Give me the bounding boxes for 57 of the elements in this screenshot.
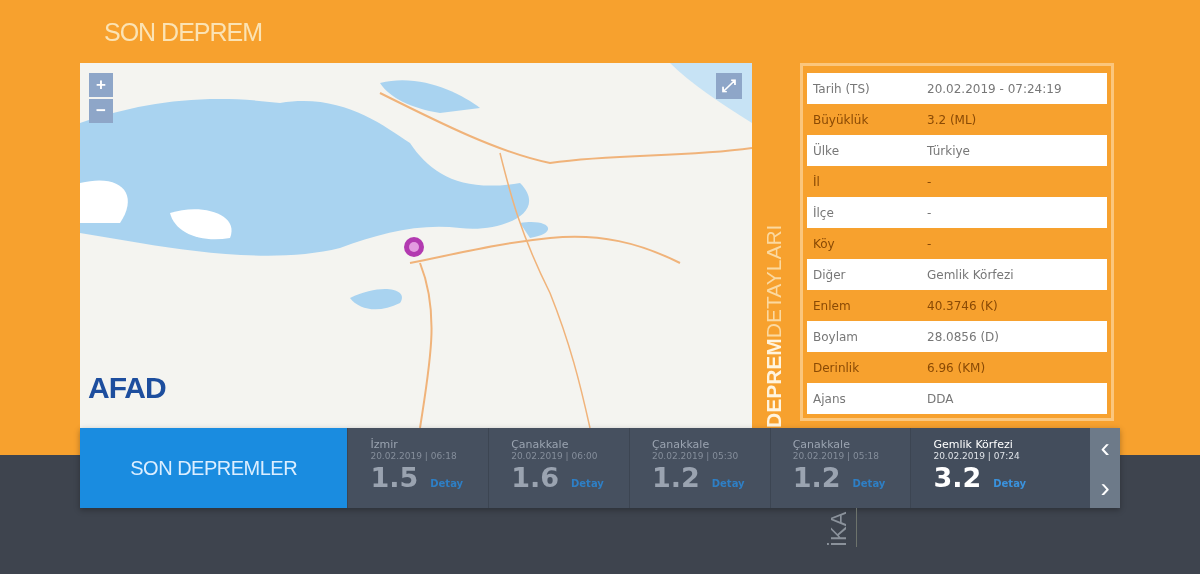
detail-link[interactable]: Detay <box>852 478 886 489</box>
detail-label: Ülke <box>813 143 841 158</box>
vertical-label: İKA <box>826 508 857 547</box>
detail-label: İl <box>813 174 821 189</box>
detail-link[interactable]: Detay <box>993 478 1027 489</box>
logo: AFAD <box>88 371 166 405</box>
detail-label: Köy <box>813 236 836 251</box>
place-name: Çanakkale <box>511 438 570 451</box>
detail-value: 40.3746 (K) <box>927 298 998 313</box>
date-time: 20.02.2019 | 05:18 <box>792 451 880 461</box>
details-title: DEPREMDETAYLARI <box>762 223 786 428</box>
magnitude: 1.2 <box>792 461 841 495</box>
detail-label: Enlem <box>813 298 852 313</box>
zoom-out-button[interactable]: − <box>89 99 113 123</box>
detail-value: - <box>927 174 932 189</box>
detail-label: Ajans <box>813 391 847 406</box>
detail-label: Tarih (TS) <box>813 81 871 96</box>
date-time: 20.02.2019 | 06:00 <box>511 451 599 461</box>
magnitude: 1.5 <box>370 461 419 495</box>
detail-label: Büyüklük <box>813 112 870 127</box>
detail-link[interactable]: Detay <box>430 478 464 489</box>
detail-value: - <box>927 205 932 220</box>
date-time: 20.02.2019 | 05:30 <box>651 451 740 461</box>
earthquake-card[interactable]: Gemlik Körfezi 20.02.2019 | 07:24 3.2 Detay <box>910 428 1091 508</box>
detail-label: Boylam <box>813 329 860 344</box>
detail-value: DDA <box>927 391 954 406</box>
detail-value: Gemlik Körfezi <box>927 267 1014 282</box>
next-button[interactable]: › <box>1090 468 1120 508</box>
detail-label: İlçe <box>813 205 835 220</box>
earthquake-card[interactable]: İzmir 20.02.2019 | 06:18 1.5 Detay <box>347 428 489 508</box>
recent-title: SON DEPREMLER <box>80 428 348 508</box>
magnitude: 3.2 <box>933 461 982 495</box>
place-name: Çanakkale <box>792 438 851 451</box>
detail-value: 28.0856 (D) <box>927 329 1000 344</box>
detail-value: - <box>927 236 932 251</box>
place-name: İzmir <box>370 438 399 451</box>
detail-value: Türkiye <box>927 143 970 158</box>
detail-label: Derinlik <box>813 360 861 375</box>
earthquake-card[interactable]: Çanakkale 20.02.2019 | 05:18 1.2 Detay <box>769 428 911 508</box>
detail-value: 20.02.2019 - 07:24:19 <box>927 81 1062 96</box>
date-time: 20.02.2019 | 07:24 <box>933 451 1021 461</box>
detail-value: 3.2 (ML) <box>927 112 977 127</box>
magnitude: 1.2 <box>651 461 700 495</box>
date-time: 20.02.2019 | 06:18 <box>370 451 458 461</box>
detail-link[interactable]: Detay <box>571 478 604 489</box>
fullscreen-button[interactable]: ⤢ <box>716 73 742 99</box>
earthquake-card[interactable]: Çanakkale 20.02.2019 | 05:30 1.2 Detay <box>628 428 770 508</box>
detail-label: Diğer <box>813 267 847 282</box>
place-name: Çanakkale <box>651 438 711 451</box>
place-name: Gemlik Körfezi <box>933 438 1014 451</box>
detail-value: 6.96 (KM) <box>927 360 986 375</box>
zoom-in-button[interactable]: + <box>89 73 113 97</box>
detail-link[interactable]: Detay <box>711 478 745 489</box>
section-title: SON DEPREM <box>103 17 264 48</box>
magnitude: 1.6 <box>511 461 559 495</box>
earthquake-card[interactable]: Çanakkale 20.02.2019 | 06:00 1.6 Detay <box>488 428 629 508</box>
previous-button[interactable]: ‹ <box>1090 428 1120 468</box>
